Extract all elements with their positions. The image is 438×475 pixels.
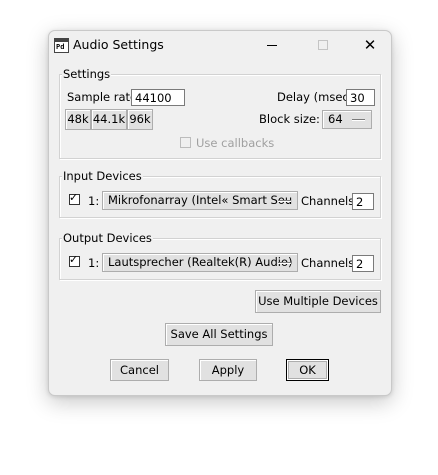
sample-rate-input[interactable]: 44100 xyxy=(131,89,185,106)
input-device-enable-checkbox[interactable]: ✓ xyxy=(69,191,80,205)
audio-settings-window: Pd Audio Settings ✕ Settings Sample rate… xyxy=(48,30,392,396)
output-channels-label: Channels: xyxy=(301,256,359,270)
sample-rate-label: Sample rate: xyxy=(67,90,142,104)
delay-input[interactable]: 30 xyxy=(346,89,375,106)
input-devices-group: Input Devices ✓ 1: Mikrofonarray (Intel«… xyxy=(59,169,381,218)
output-devices-legend: Output Devices xyxy=(62,231,153,245)
use-callbacks-checkbox[interactable] xyxy=(180,137,191,148)
block-size-dropdown[interactable]: 64 xyxy=(322,110,372,129)
apply-button[interactable]: Apply xyxy=(199,359,257,381)
minimize-icon xyxy=(267,45,277,46)
cancel-button[interactable]: Cancel xyxy=(110,359,169,381)
block-size-value: 64 xyxy=(328,112,343,126)
output-channels-input[interactable]: 2 xyxy=(352,255,374,272)
save-all-settings-button[interactable]: Save All Settings xyxy=(165,323,273,346)
input-device-value: Mikrofonarray (Intel« Smart Sou xyxy=(108,193,293,207)
use-multiple-devices-button[interactable]: Use Multiple Devices xyxy=(255,290,381,313)
output-devices-group: Output Devices ✓ 1: Lautsprecher (Realte… xyxy=(59,231,381,280)
maximize-icon xyxy=(318,40,328,50)
maximize-button xyxy=(299,31,345,59)
rate-44-1k-button[interactable]: 44.1k xyxy=(91,109,127,130)
settings-legend: Settings xyxy=(62,67,112,81)
input-device-dropdown[interactable]: Mikrofonarray (Intel« Smart Sou xyxy=(102,191,298,210)
minimize-button[interactable] xyxy=(249,31,295,59)
dropdown-grip-icon xyxy=(278,200,291,202)
input-channels-input[interactable]: 2 xyxy=(352,193,374,210)
input-devices-legend: Input Devices xyxy=(62,169,143,183)
output-device-value: Lautsprecher (Realtek(R) Audio) xyxy=(108,255,293,269)
dropdown-grip-icon xyxy=(352,119,365,121)
output-device-enable-checkbox[interactable]: ✓ xyxy=(69,253,80,267)
title-bar[interactable]: Pd Audio Settings ✕ xyxy=(49,31,391,59)
output-device-dropdown[interactable]: Lautsprecher (Realtek(R) Audio) xyxy=(102,253,298,272)
pd-app-icon: Pd xyxy=(54,38,69,53)
close-icon: ✕ xyxy=(363,36,377,54)
input-device-index: 1: xyxy=(88,194,100,208)
use-callbacks-label: Use callbacks xyxy=(196,136,275,150)
close-button[interactable]: ✕ xyxy=(347,31,393,59)
input-channels-label: Channels: xyxy=(301,194,359,208)
checkmark-icon: ✓ xyxy=(69,253,79,266)
output-device-index: 1: xyxy=(88,256,100,270)
window-title: Audio Settings xyxy=(73,37,164,52)
ok-button[interactable]: OK xyxy=(286,359,329,381)
checkmark-icon: ✓ xyxy=(69,191,79,204)
block-size-label: Block size: xyxy=(259,112,320,126)
rate-96k-button[interactable]: 96k xyxy=(127,109,153,130)
rate-48k-button[interactable]: 48k xyxy=(65,109,91,130)
dropdown-grip-icon xyxy=(278,262,291,264)
settings-group: Settings Sample rate: 44100 Delay (msec)… xyxy=(59,67,381,159)
